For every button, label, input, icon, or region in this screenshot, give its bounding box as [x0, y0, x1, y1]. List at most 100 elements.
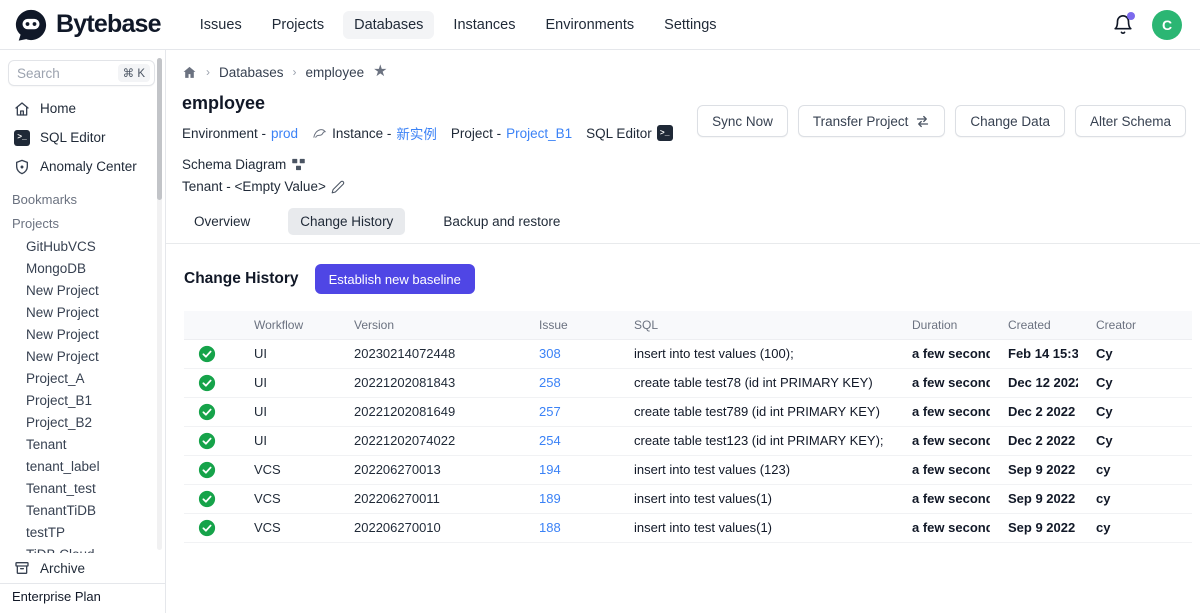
schema-diagram-shortcut[interactable]: Schema Diagram	[182, 157, 306, 172]
sidebar-project-item[interactable]: TenantTiDB	[0, 499, 165, 521]
sidebar-project-item[interactable]: New Project	[0, 301, 165, 323]
tab-backup-and-restore[interactable]: Backup and restore	[431, 208, 572, 235]
change-history-section: Change History Establish new baseline Wo…	[182, 244, 1186, 543]
duration-cell: a few seconds	[894, 484, 990, 513]
top-nav-item[interactable]: Environments	[535, 11, 646, 39]
issue-link[interactable]: 188	[539, 520, 561, 535]
sidebar-project-item[interactable]: Tenant_test	[0, 477, 165, 499]
created-cell: Dec 2 2022	[990, 426, 1078, 455]
table-row[interactable]: VCS 202206270013 194 insert into test va…	[184, 455, 1192, 484]
creator-cell: Cy	[1078, 426, 1192, 455]
col-created: Created	[990, 311, 1078, 339]
edit-pencil-icon[interactable]	[331, 180, 345, 194]
bookmark-star-icon[interactable]: ★	[373, 64, 387, 80]
col-creator: Creator	[1078, 311, 1192, 339]
transfer-arrows-icon	[915, 114, 930, 129]
table-row[interactable]: VCS 202206270010 188 insert into test va…	[184, 513, 1192, 542]
top-nav-item[interactable]: Instances	[442, 11, 526, 39]
instance-label: Instance -	[332, 126, 391, 141]
sidebar-item-archive[interactable]: Archive	[0, 553, 165, 583]
bytebase-logo-icon	[14, 8, 48, 42]
sidebar: Search ⌘ K Home >_ SQL Editor Anomaly Ce…	[0, 50, 166, 613]
issue-link[interactable]: 308	[539, 346, 561, 361]
sidebar-project-item[interactable]: New Project	[0, 279, 165, 301]
issue-link[interactable]: 257	[539, 404, 561, 419]
tab-change-history[interactable]: Change History	[288, 208, 405, 235]
change-data-button[interactable]: Change Data	[955, 105, 1065, 137]
user-avatar[interactable]: C	[1152, 10, 1182, 40]
breadcrumb-home-icon[interactable]	[182, 65, 197, 80]
establish-baseline-button[interactable]: Establish new baseline	[315, 264, 475, 294]
created-cell: Dec 12 2022	[990, 368, 1078, 397]
created-cell: Feb 14 15:32	[990, 339, 1078, 368]
sidebar-project-item[interactable]: GitHubVCS	[0, 235, 165, 257]
database-meta-row-2: Tenant - <Empty Value>	[182, 179, 762, 194]
duration-cell: a few seconds	[894, 426, 990, 455]
project-link[interactable]: Project_B1	[506, 126, 572, 141]
duration-cell: a few seconds	[894, 397, 990, 426]
creator-cell: Cy	[1078, 339, 1192, 368]
breadcrumb-databases[interactable]: Databases	[219, 65, 284, 80]
workflow-cell: UI	[236, 339, 336, 368]
version-cell: 20221202081649	[336, 397, 521, 426]
page-actions: Sync Now Transfer Project Change Data Al…	[697, 105, 1186, 137]
sync-now-button[interactable]: Sync Now	[697, 105, 788, 137]
bytebase-logo[interactable]: Bytebase	[14, 8, 161, 42]
shield-icon	[14, 159, 30, 175]
sidebar-item-label: Home	[40, 101, 76, 116]
search-input[interactable]: Search ⌘ K	[8, 60, 155, 86]
search-shortcut-badge: ⌘ K	[118, 64, 150, 82]
creator-cell: cy	[1078, 513, 1192, 542]
issue-link[interactable]: 194	[539, 462, 561, 477]
sidebar-project-item[interactable]: Project_B1	[0, 389, 165, 411]
issue-link[interactable]: 258	[539, 375, 561, 390]
duration-cell: a few seconds	[894, 513, 990, 542]
table-row[interactable]: UI 20221202074022 254 create table test1…	[184, 426, 1192, 455]
sql-cell: insert into test values (123)	[616, 455, 894, 484]
sidebar-item-home[interactable]: Home	[0, 94, 165, 123]
notification-bell-icon[interactable]	[1112, 14, 1134, 36]
sql-editor-label: SQL Editor	[586, 126, 652, 141]
sidebar-project-item[interactable]: MongoDB	[0, 257, 165, 279]
alter-schema-button[interactable]: Alter Schema	[1075, 105, 1186, 137]
issue-link[interactable]: 189	[539, 491, 561, 506]
table-row[interactable]: VCS 202206270011 189 insert into test va…	[184, 484, 1192, 513]
button-label: Alter Schema	[1090, 114, 1171, 129]
top-nav-item[interactable]: Issues	[189, 11, 253, 39]
change-history-table: Workflow Version Issue SQL Duration Crea…	[184, 311, 1192, 543]
workflow-cell: VCS	[236, 484, 336, 513]
sidebar-project-item[interactable]: New Project	[0, 345, 165, 367]
tab-overview[interactable]: Overview	[182, 208, 262, 235]
transfer-project-button[interactable]: Transfer Project	[798, 105, 946, 137]
table-row[interactable]: UI 20230214072448 308 insert into test v…	[184, 339, 1192, 368]
project-list: GitHubVCSMongoDBNew ProjectNew ProjectNe…	[0, 235, 165, 565]
issue-link[interactable]: 254	[539, 433, 561, 448]
top-nav-item[interactable]: Projects	[261, 11, 335, 39]
sql-cell: insert into test values (100);	[616, 339, 894, 368]
sidebar-project-item[interactable]: New Project	[0, 323, 165, 345]
sidebar-project-item[interactable]: tenant_label	[0, 455, 165, 477]
environment-link[interactable]: prod	[271, 126, 298, 141]
table-row[interactable]: UI 20221202081843 258 create table test7…	[184, 368, 1192, 397]
sidebar-project-item[interactable]: Project_A	[0, 367, 165, 389]
top-nav-item[interactable]: Settings	[653, 11, 727, 39]
instance-link[interactable]: 新实例	[396, 123, 437, 143]
col-sql: SQL	[616, 311, 894, 339]
sidebar-project-item[interactable]: Project_B2	[0, 411, 165, 433]
section-title: Change History	[184, 270, 299, 288]
table-row[interactable]: UI 20221202081649 257 create table test7…	[184, 397, 1192, 426]
sidebar-item-anomaly-center[interactable]: Anomaly Center	[0, 152, 165, 181]
sidebar-project-item[interactable]: Tenant	[0, 433, 165, 455]
terminal-icon: >_	[657, 125, 673, 141]
top-nav-item[interactable]: Databases	[343, 11, 434, 39]
sidebar-item-sql-editor[interactable]: >_ SQL Editor	[0, 123, 165, 152]
version-cell: 202206270011	[336, 484, 521, 513]
bookmarks-section-label: Bookmarks	[0, 187, 165, 211]
sidebar-project-item[interactable]: testTP	[0, 521, 165, 543]
sql-editor-shortcut[interactable]: SQL Editor >_	[586, 125, 673, 141]
sidebar-scrollbar-thumb[interactable]	[157, 58, 162, 200]
plan-label: Enterprise Plan	[0, 583, 165, 613]
workflow-cell: VCS	[236, 513, 336, 542]
archive-label: Archive	[40, 561, 85, 576]
instance-meta: Instance - 新实例	[312, 123, 437, 143]
